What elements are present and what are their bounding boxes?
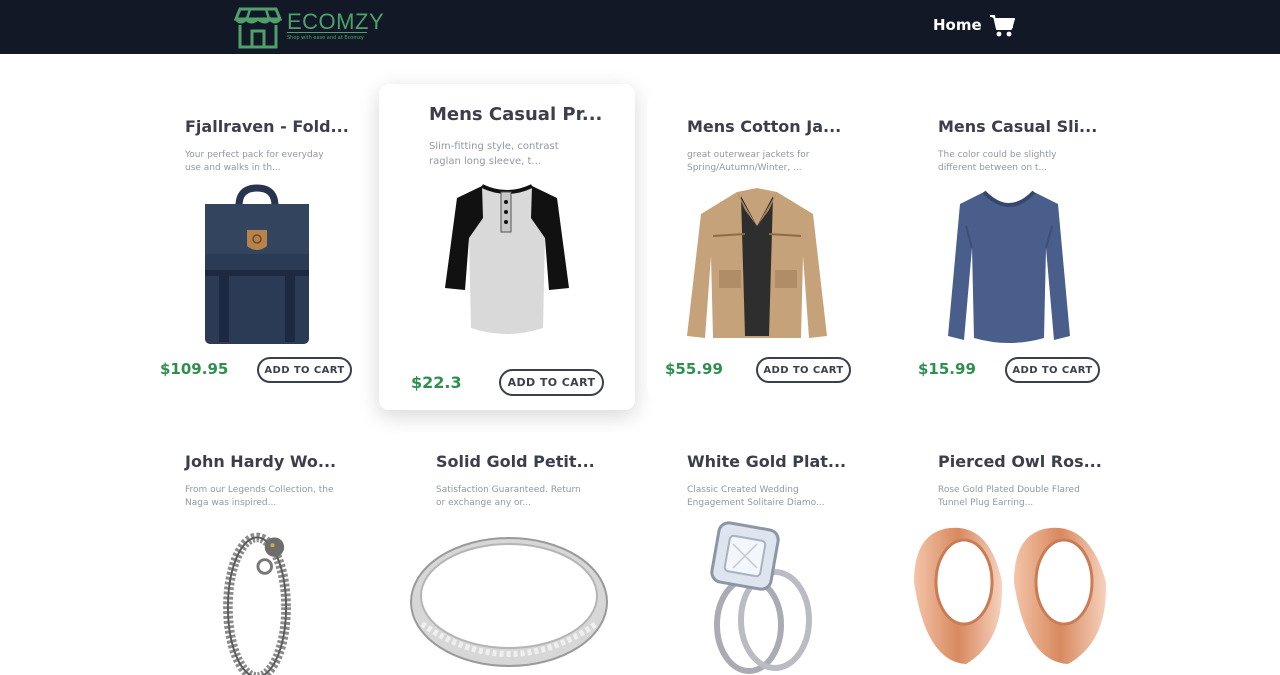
brand-tagline: Shop with ease and at Ecomzy xyxy=(287,35,364,41)
product-description: From our Legends Collection, the Naga wa… xyxy=(185,485,334,509)
product-card[interactable]: Fjallraven - Fold... Your perfect pack f… xyxy=(145,96,391,396)
navbar: ECOMZY Shop with ease and at Ecomzy Home xyxy=(0,0,1280,54)
product-description: Your perfect pack for everyday use and w… xyxy=(185,150,324,174)
add-to-cart-button[interactable]: ADD TO CART xyxy=(499,369,604,396)
product-title: Pierced Owl Ros... xyxy=(938,452,1102,471)
brand-logo[interactable]: ECOMZY Shop with ease and at Ecomzy xyxy=(234,4,384,50)
product-description: Satisfaction Guaranteed. Return or excha… xyxy=(436,485,581,509)
product-card[interactable]: John Hardy Wo... From our Legends Collec… xyxy=(145,432,391,675)
product-price: $55.99 xyxy=(665,360,723,378)
product-price: $15.99 xyxy=(918,360,976,378)
product-description: The color could be slightly different be… xyxy=(938,150,1057,174)
product-price: $109.95 xyxy=(160,360,229,378)
product-title: Mens Casual Sli... xyxy=(938,117,1098,136)
shopping-cart-icon[interactable] xyxy=(989,14,1015,38)
add-to-cart-button[interactable]: ADD TO CART xyxy=(1005,357,1100,383)
brand-underline xyxy=(287,32,367,33)
product-card[interactable]: Pierced Owl Ros... Rose Gold Plated Doub… xyxy=(898,432,1144,675)
product-title: Fjallraven - Fold... xyxy=(185,117,349,136)
product-description: Classic Created Wedding Engagement Solit… xyxy=(687,485,825,509)
product-image-engagement-ring xyxy=(710,521,812,674)
product-image-dragon-bracelet xyxy=(223,532,291,675)
product-image-slim-shirt xyxy=(948,190,1070,343)
product-image-silver-band xyxy=(410,537,608,667)
product-image-raglan-shirt xyxy=(445,184,569,334)
product-title: Mens Cotton Ja... xyxy=(687,117,842,136)
product-description: Slim-fitting style, contrast raglan long… xyxy=(429,141,559,167)
product-image-cotton-jacket xyxy=(687,188,827,338)
product-title: Solid Gold Petit... xyxy=(436,452,595,471)
nav-home-link[interactable]: Home xyxy=(933,16,982,34)
product-card[interactable]: Mens Casual Sli... The color could be sl… xyxy=(898,96,1144,396)
product-description: Rose Gold Plated Double Flared Tunnel Pl… xyxy=(938,485,1080,509)
product-title: White Gold Plat... xyxy=(687,452,847,471)
product-title: John Hardy Wo... xyxy=(185,452,337,471)
product-card[interactable]: Mens Casual Pr... Slim-fitting style, co… xyxy=(379,84,635,410)
add-to-cart-button[interactable]: ADD TO CART xyxy=(756,357,851,383)
product-card[interactable]: White Gold Plat... Classic Created Weddi… xyxy=(647,432,893,675)
product-image-backpack xyxy=(205,184,309,344)
product-card[interactable]: Mens Cotton Ja... great outerwear jacket… xyxy=(647,96,893,396)
product-title: Mens Casual Pr... xyxy=(429,104,603,125)
product-price: $22.3 xyxy=(411,373,462,392)
storefront-icon xyxy=(234,7,282,49)
product-card[interactable]: Solid Gold Petit... Satisfaction Guarant… xyxy=(396,432,642,675)
add-to-cart-button[interactable]: ADD TO CART xyxy=(257,357,352,383)
product-image-tunnel-plugs xyxy=(914,527,1107,664)
product-description: great outerwear jackets for Spring/Autum… xyxy=(687,150,810,174)
